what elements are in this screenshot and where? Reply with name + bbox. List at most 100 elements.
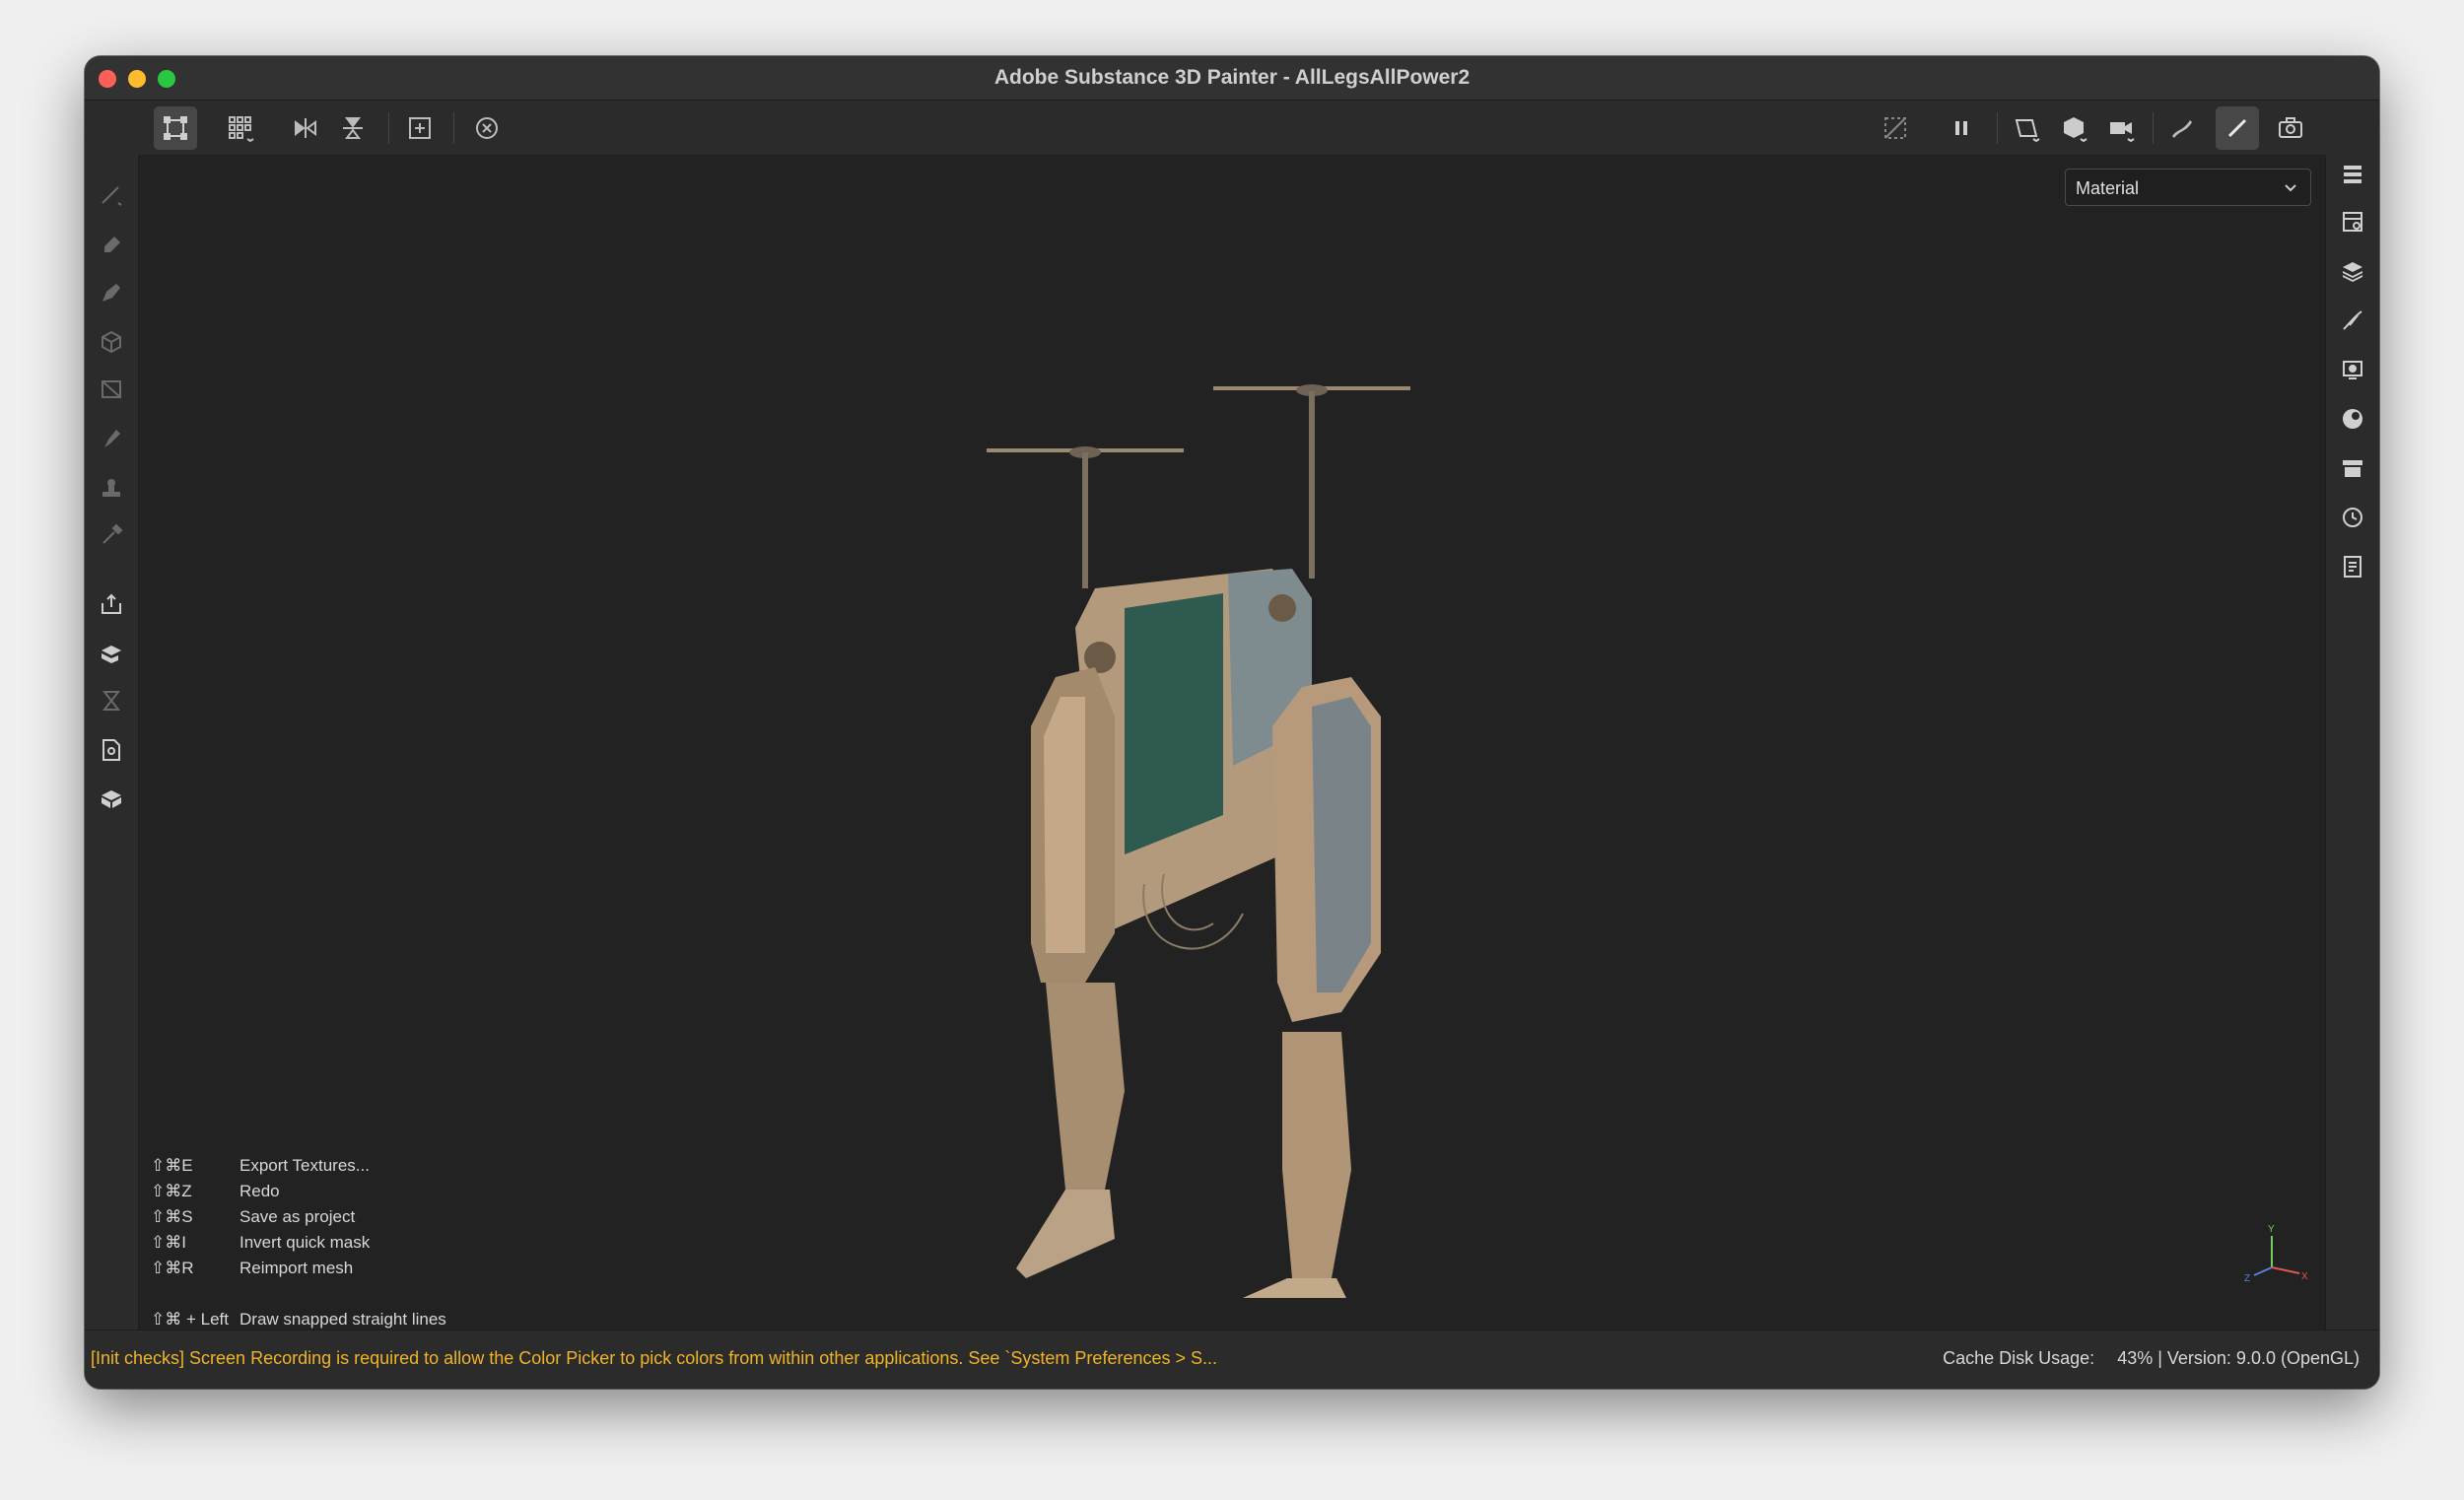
shortcut-key: ⇧⌘S: [151, 1207, 193, 1226]
gizmo-y-label: Y: [2268, 1224, 2275, 1235]
mirror-y-button[interactable]: [331, 106, 375, 150]
bounding-box-button[interactable]: [154, 106, 197, 150]
viewport-toolbar: [85, 101, 2379, 154]
reset-view-button[interactable]: [465, 106, 509, 150]
document-settings-button[interactable]: [92, 730, 131, 770]
document-settings-icon: [103, 739, 120, 761]
status-info: Cache Disk Usage: 43% | Version: 9.0.0 (…: [1937, 1348, 2360, 1369]
toolbar-separator: [1997, 112, 1998, 144]
dynamic-stroke-icon: [2172, 120, 2192, 138]
tools-sidebar: [85, 155, 139, 1330]
layers-stack-button[interactable]: [2333, 155, 2372, 194]
viewport-mode-value: Material: [2076, 178, 2140, 198]
screenshot-icon: [2279, 117, 2302, 138]
mirror-y-icon: [343, 117, 363, 139]
bake-button[interactable]: [92, 634, 131, 673]
status-bar: [Init checks] Screen Recording is requir…: [85, 1330, 2379, 1389]
pause-icon: [1955, 121, 1967, 135]
smudge-icon: [104, 430, 120, 447]
shortcut-label: Save as project: [240, 1207, 356, 1226]
texture-set-settings-button[interactable]: [2333, 202, 2372, 241]
cache-disk-label: Cache Disk Usage:: [1943, 1348, 2095, 1368]
eraser-tool-button[interactable]: [92, 224, 131, 263]
robot-mech-model: [987, 384, 1410, 1298]
frame-button[interactable]: [398, 106, 442, 150]
screenshot-button[interactable]: [2269, 106, 2312, 150]
mirror-x-icon: [295, 118, 316, 138]
properties-icon: [2343, 310, 2362, 330]
export-icon: [102, 593, 121, 614]
cache-disk-value: 43% | Version: 9.0.0 (OpenGL): [2117, 1348, 2360, 1368]
hourglass-icon: [102, 691, 121, 711]
mesh-button[interactable]: [92, 780, 131, 819]
shader-settings-icon: [2343, 409, 2362, 429]
bounding-box-icon: [164, 116, 187, 140]
mirror-x-button[interactable]: [284, 106, 327, 150]
axis-gizmo: Y X Z: [2244, 1224, 2308, 1284]
polygon-fill-tool-button[interactable]: [92, 370, 131, 409]
grid-button[interactable]: [219, 106, 262, 150]
shortcut-label: Export Textures...: [240, 1156, 370, 1175]
layers-icon: [2343, 262, 2362, 282]
dynamic-stroke-button[interactable]: [2160, 106, 2204, 150]
app-window: Adobe Substance 3D Painter - AllLegsAllP…: [85, 56, 2379, 1389]
mesh-icon: [102, 790, 121, 808]
clone-tool-button[interactable]: [92, 468, 131, 508]
3d-viewport[interactable]: Material ⇧⌘E Export Textures... ⇧⌘Z Redo…: [139, 155, 2325, 1330]
window-title: Adobe Substance 3D Painter - AllLegsAllP…: [993, 66, 1471, 89]
shortcut-label: Reimport mesh: [240, 1259, 354, 1277]
grid-icon: [229, 116, 254, 142]
gizmo-z-label: Z: [2244, 1273, 2250, 1284]
shortcut-label: Draw snapped straight lines: [240, 1310, 446, 1329]
shortcut-key: ⇧⌘I: [151, 1233, 186, 1252]
pause-button[interactable]: [1940, 106, 1983, 150]
bake-icon: [102, 646, 121, 663]
hourglass-button[interactable]: [92, 681, 131, 720]
assets-icon: [2343, 460, 2362, 477]
geometry-fill-icon: [102, 330, 121, 354]
log-icon: [2344, 556, 2361, 578]
paint-brush-icon: [2227, 118, 2247, 138]
paint-brush-button[interactable]: [2216, 106, 2259, 150]
display-settings-icon: [2343, 361, 2362, 379]
shortcut-key: ⇧⌘ + Left: [151, 1310, 229, 1329]
export-button[interactable]: [92, 584, 131, 624]
color-picker-tool-button[interactable]: [92, 515, 131, 555]
frame-icon: [409, 117, 431, 139]
layers-stack-icon: [2344, 166, 2361, 183]
reset-view-icon: [476, 117, 498, 139]
color-picker-icon: [103, 523, 123, 544]
camera-icon: [2110, 122, 2135, 142]
hide-overlay-button[interactable]: [1874, 106, 1917, 150]
history-icon: [2343, 508, 2362, 527]
projection-tool-button[interactable]: [92, 273, 131, 312]
geometry-fill-tool-button[interactable]: [92, 322, 131, 362]
assets-button[interactable]: [2333, 448, 2372, 488]
layers-button[interactable]: [2333, 251, 2372, 291]
toolbar-separator: [388, 112, 389, 144]
display-settings-button[interactable]: [2333, 350, 2372, 389]
viewport-2d-button[interactable]: [2005, 106, 2048, 150]
shortcut-label: Invert quick mask: [240, 1233, 371, 1252]
paint-icon: [102, 186, 122, 206]
viewport-mode-select[interactable]: Material: [2065, 169, 2311, 206]
toolbar-separator: [2153, 112, 2154, 144]
viewport-3d-button[interactable]: [2052, 106, 2095, 150]
shader-settings-button[interactable]: [2333, 399, 2372, 439]
projection-icon: [103, 284, 120, 302]
viewport-3d-icon: [2064, 117, 2088, 142]
eraser-icon: [104, 237, 120, 252]
paint-tool-button[interactable]: [92, 174, 131, 214]
shortcut-key: ⇧⌘R: [151, 1259, 194, 1277]
status-warning-message: [Init checks] Screen Recording is requir…: [91, 1348, 1217, 1368]
title-bar: Adobe Substance 3D Painter - AllLegsAllP…: [85, 56, 2379, 101]
smudge-tool-button[interactable]: [92, 419, 131, 458]
gizmo-x-label: X: [2301, 1271, 2308, 1282]
properties-button[interactable]: [2333, 301, 2372, 340]
hide-overlay-icon: [1884, 117, 1906, 139]
log-button[interactable]: [2333, 547, 2372, 586]
polygon-fill-icon: [102, 380, 121, 398]
shortcut-key: ⇧⌘E: [151, 1156, 193, 1175]
history-button[interactable]: [2333, 498, 2372, 537]
camera-button[interactable]: [2099, 106, 2143, 150]
